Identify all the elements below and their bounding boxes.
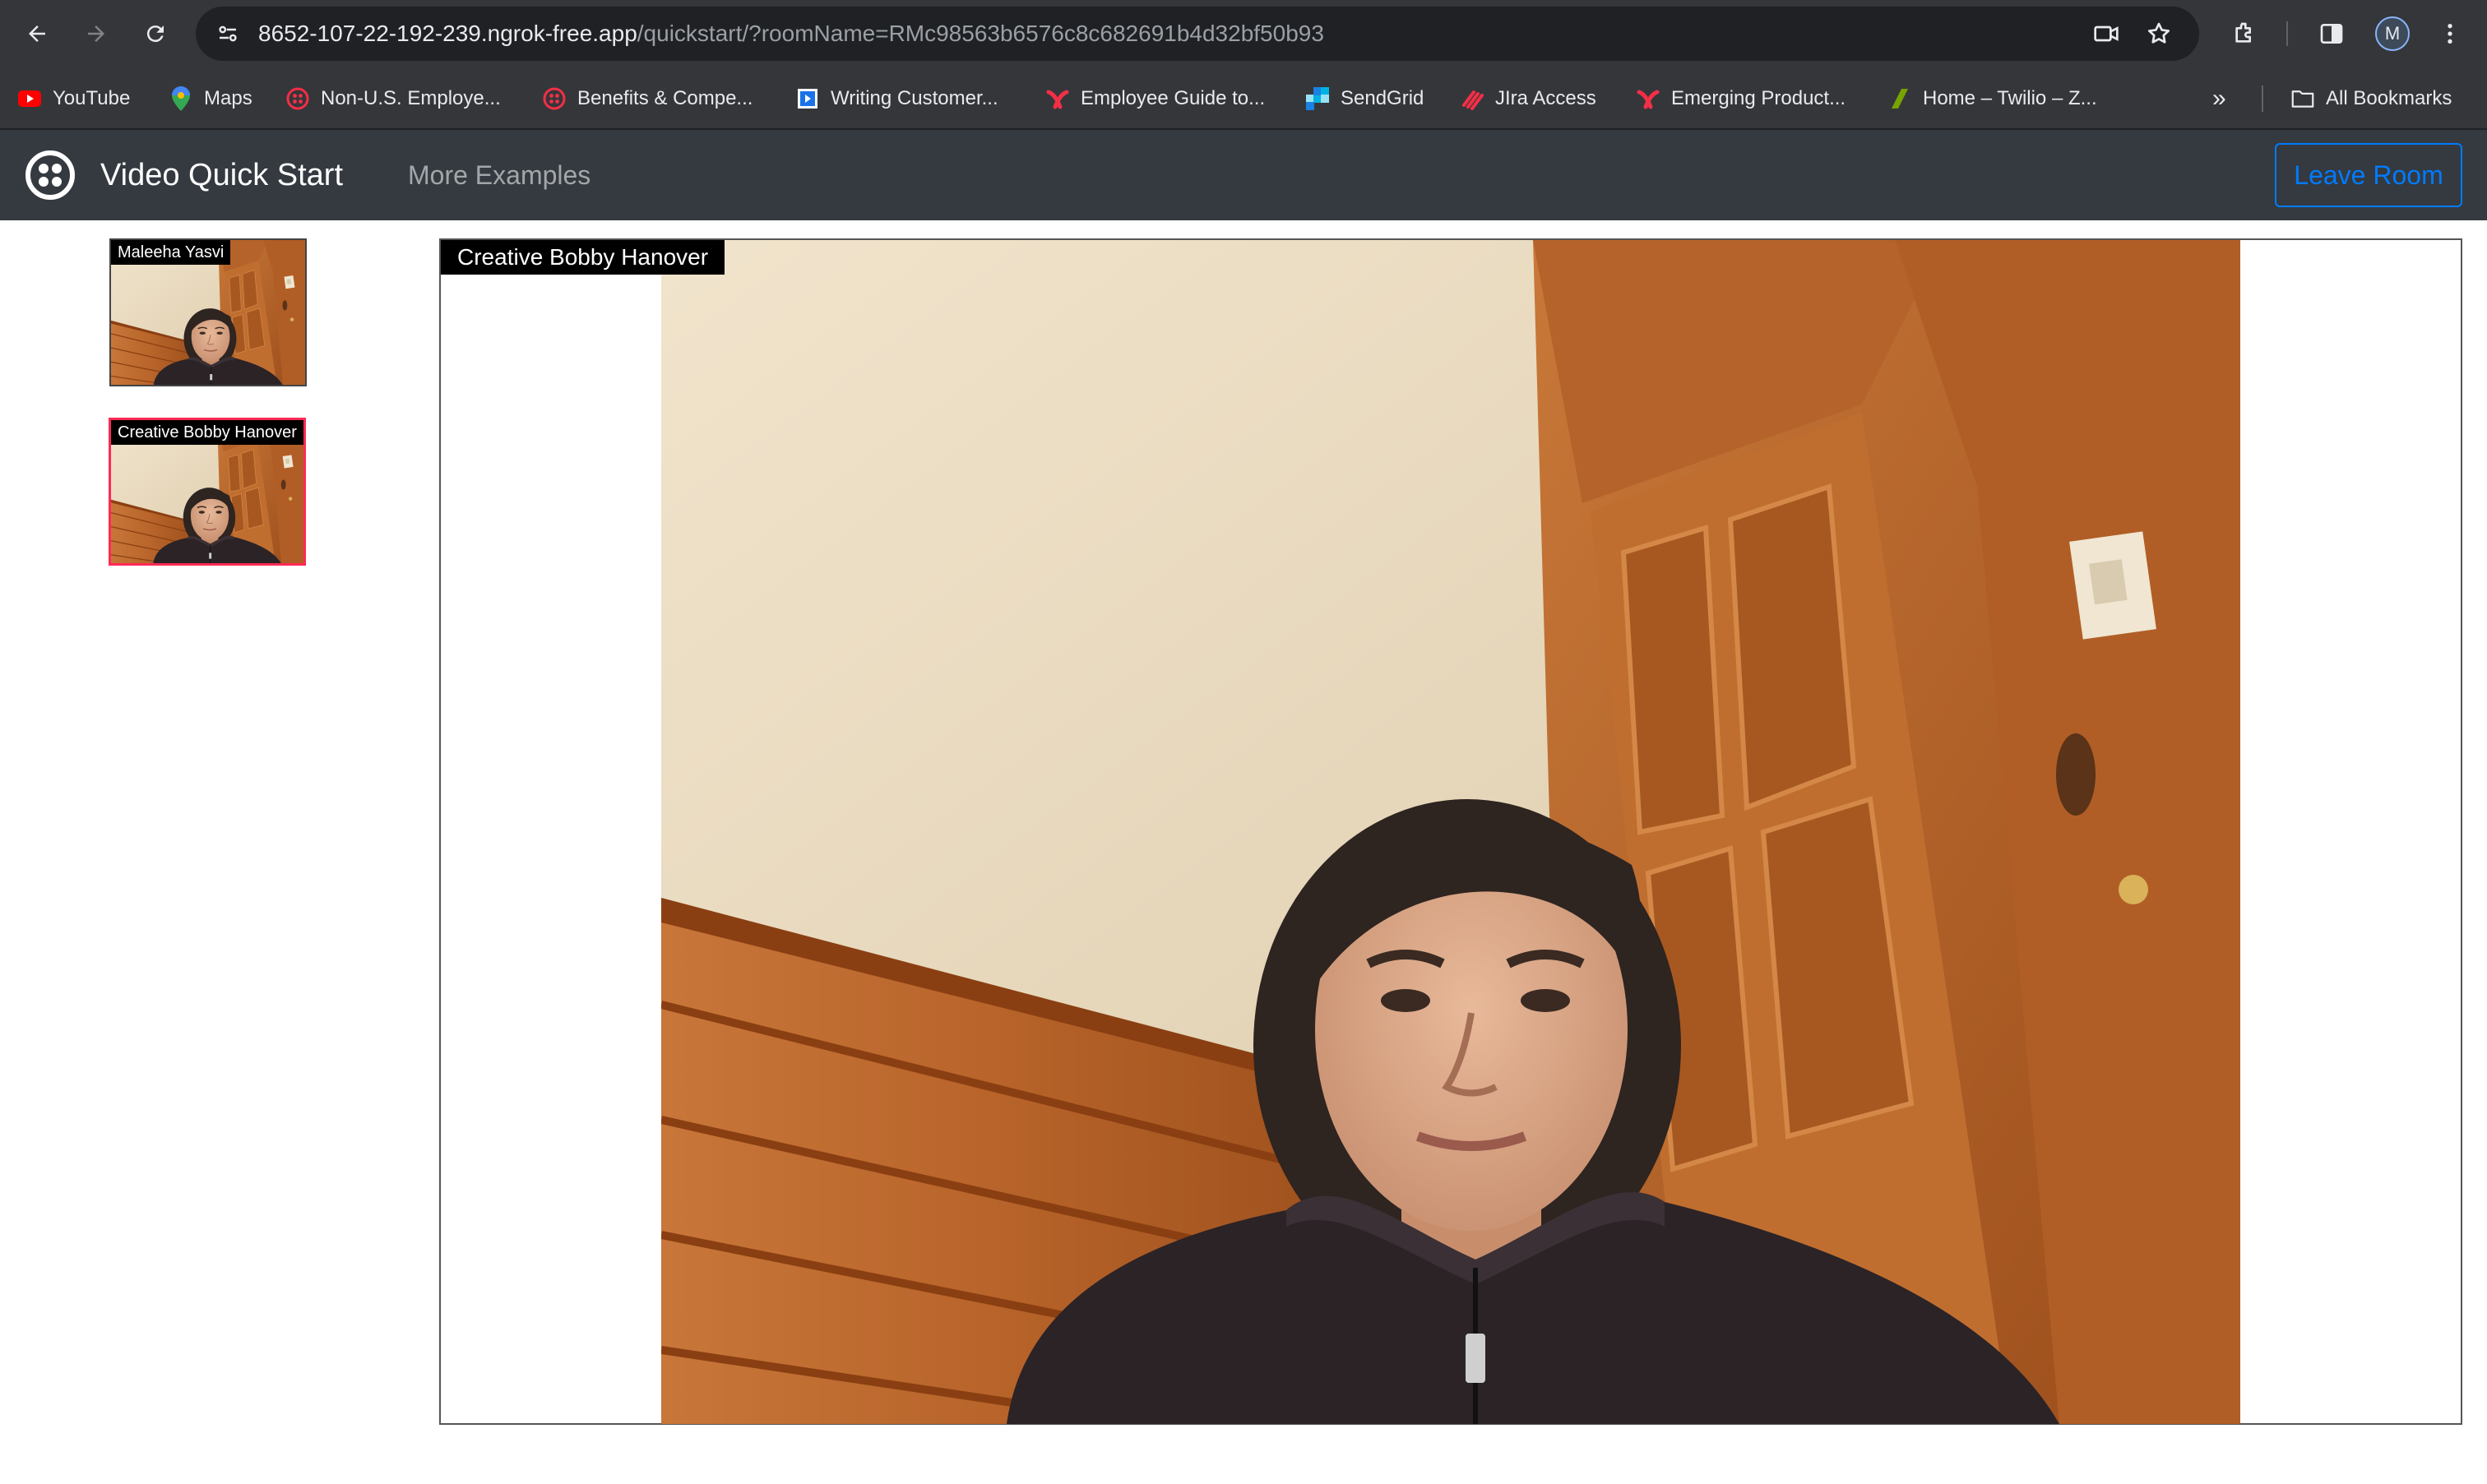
bookmark-non-us-employee[interactable]: Non-U.S. Employe... xyxy=(286,67,501,130)
extensions-icon[interactable] xyxy=(2225,15,2263,53)
bookmark-label: Writing Customer... xyxy=(831,87,998,109)
bookmark-jira-access[interactable]: JIra Access xyxy=(1461,67,1596,130)
folder-icon xyxy=(2291,87,2314,110)
toolbar-divider xyxy=(2286,21,2288,46)
app-navbar: Video Quick Start More Examples Leave Ro… xyxy=(0,130,2487,220)
bookmark-benefits[interactable]: Benefits & Compe... xyxy=(543,67,753,130)
forward-arrow-icon xyxy=(88,25,104,42)
twilio-logo-icon[interactable] xyxy=(25,150,76,201)
profile-avatar[interactable]: M xyxy=(2375,16,2410,51)
browser-toolbar: 8652-107-22-192-239.ngrok-free.app/quick… xyxy=(0,0,2487,67)
main-video-image xyxy=(661,240,2240,1424)
bookmark-sendgrid[interactable]: SendGrid xyxy=(1306,67,1424,130)
participant-name: Maleeha Yasvi xyxy=(111,240,231,265)
participant-thumbnail-active[interactable]: Creative Bobby Hanover xyxy=(109,418,306,566)
bookmark-home-twilio[interactable]: Home – Twilio – Z... xyxy=(1888,67,2097,130)
main-video xyxy=(661,240,2240,1424)
url-host: 8652-107-22-192-239.ngrok-free.app xyxy=(258,21,637,46)
bookmark-writing-customer[interactable]: Writing Customer... xyxy=(796,67,998,130)
reload-button[interactable] xyxy=(137,15,174,53)
bookmark-label: Benefits & Compe... xyxy=(577,87,753,109)
main-participant-name: Creative Bobby Hanover xyxy=(441,240,725,275)
url-text[interactable]: 8652-107-22-192-239.ngrok-free.app/quick… xyxy=(258,7,1324,61)
video-doc-icon xyxy=(796,87,819,110)
twilio-icon xyxy=(286,87,309,110)
browser-menu-icon[interactable] xyxy=(2431,15,2469,53)
bookmark-youtube[interactable]: YouTube xyxy=(18,67,130,130)
confluence-x-icon xyxy=(1046,87,1069,110)
bookmark-maps[interactable]: Maps xyxy=(169,67,252,130)
camera-in-use-icon[interactable] xyxy=(2089,16,2123,51)
participant-thumbnail[interactable]: Maleeha Yasvi xyxy=(109,238,307,386)
zendesk-icon xyxy=(1888,87,1911,110)
main-video-container: Creative Bobby Hanover xyxy=(439,238,2462,1425)
bookmark-label: JIra Access xyxy=(1495,87,1596,109)
bookmark-label: Employee Guide to... xyxy=(1081,87,1266,109)
more-examples-link[interactable]: More Examples xyxy=(408,130,590,220)
maps-icon xyxy=(169,86,192,111)
address-bar[interactable]: 8652-107-22-192-239.ngrok-free.app/quick… xyxy=(196,7,2199,61)
bookmark-employee-guide[interactable]: Employee Guide to... xyxy=(1046,67,1265,130)
bookmark-label: Non-U.S. Employe... xyxy=(321,87,501,109)
bookmark-label: YouTube xyxy=(53,87,131,109)
reload-icon xyxy=(146,25,164,43)
forward-button[interactable] xyxy=(77,15,115,53)
jira-icon xyxy=(1461,87,1484,110)
brand-title[interactable]: Video Quick Start xyxy=(100,130,343,220)
confluence-x-icon xyxy=(1637,87,1660,110)
twilio-icon xyxy=(543,87,566,110)
leave-room-button[interactable]: Leave Room xyxy=(2275,143,2462,207)
all-bookmarks-label: All Bookmarks xyxy=(2326,87,2452,109)
bookmark-emerging-product[interactable]: Emerging Product... xyxy=(1637,67,1846,130)
bookmark-star-icon[interactable] xyxy=(2142,16,2176,51)
back-button[interactable] xyxy=(18,15,56,53)
sendgrid-icon xyxy=(1306,87,1329,110)
all-bookmarks-button[interactable]: All Bookmarks xyxy=(2291,67,2452,130)
bookmark-label: Maps xyxy=(204,87,252,109)
youtube-icon xyxy=(18,87,41,110)
bookmarks-bar: YouTube Maps Non-U.S. Employe... Benefit… xyxy=(0,67,2487,130)
back-arrow-icon xyxy=(29,25,45,42)
bookmarks-overflow-button[interactable]: » xyxy=(2212,67,2226,130)
bookmark-label: Home – Twilio – Z... xyxy=(1923,87,2097,109)
chevron-double-right-icon: » xyxy=(2212,85,2226,112)
site-info-icon[interactable] xyxy=(211,16,245,51)
url-path: /quickstart/?roomName=RMc98563b6576c8c68… xyxy=(637,21,1324,46)
bookmarks-divider xyxy=(2262,86,2263,112)
bookmark-label: Emerging Product... xyxy=(1671,87,1846,109)
participant-name: Creative Bobby Hanover xyxy=(111,420,303,445)
bookmark-label: SendGrid xyxy=(1341,87,1424,109)
side-panel-icon[interactable] xyxy=(2313,15,2350,53)
